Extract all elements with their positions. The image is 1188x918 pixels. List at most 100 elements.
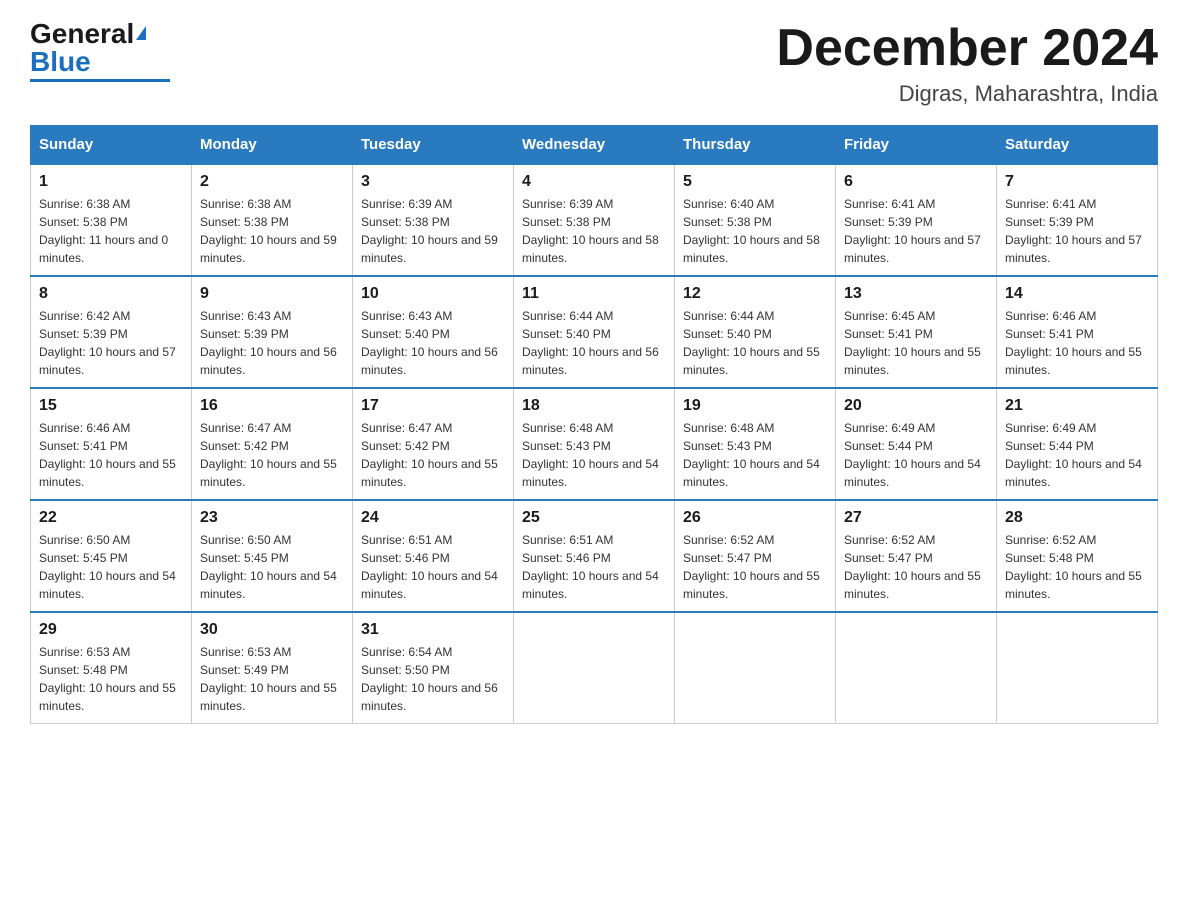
calendar-cell: 24 Sunrise: 6:51 AMSunset: 5:46 PMDayligh… bbox=[353, 500, 514, 612]
week-row-5: 29 Sunrise: 6:53 AMSunset: 5:48 PMDayligh… bbox=[31, 612, 1158, 724]
calendar-cell: 30Sunrise: 6:53 AMSunset: 5:49 PMDayligh… bbox=[192, 612, 353, 724]
day-info: Sunrise: 6:47 AMSunset: 5:42 PMDaylight:… bbox=[361, 419, 505, 491]
calendar-cell: 9Sunrise: 6:43 AMSunset: 5:39 PMDaylight… bbox=[192, 276, 353, 388]
day-info: Sunrise: 6:43 AMSunset: 5:40 PMDaylight:… bbox=[361, 307, 505, 379]
day-number: 28 bbox=[1005, 509, 1149, 527]
day-info: Sunrise: 6:51 AMSunset: 5:46 PMDaylight:… bbox=[522, 531, 666, 603]
week-row-2: 8 Sunrise: 6:42 AMSunset: 5:39 PMDaylight… bbox=[31, 276, 1158, 388]
day-number: 21 bbox=[1005, 397, 1149, 415]
calendar-cell: 10 Sunrise: 6:43 AMSunset: 5:40 PMDayligh… bbox=[353, 276, 514, 388]
day-number: 13 bbox=[844, 285, 988, 303]
calendar-cell: 14 Sunrise: 6:46 AMSunset: 5:41 PMDayligh… bbox=[997, 276, 1158, 388]
day-info: Sunrise: 6:52 AMSunset: 5:47 PMDaylight:… bbox=[683, 531, 827, 603]
day-number: 31 bbox=[361, 621, 505, 639]
header-cell-saturday: Saturday bbox=[997, 126, 1158, 165]
calendar-cell: 3 Sunrise: 6:39 AMSunset: 5:38 PMDaylight… bbox=[353, 164, 514, 276]
day-number: 23 bbox=[200, 509, 344, 527]
day-info: Sunrise: 6:46 AMSunset: 5:41 PMDaylight:… bbox=[1005, 307, 1149, 379]
day-info: Sunrise: 6:50 AMSunset: 5:45 PMDaylight:… bbox=[39, 531, 183, 603]
day-number: 30 bbox=[200, 621, 344, 639]
day-number: 12 bbox=[683, 285, 827, 303]
day-info: Sunrise: 6:43 AMSunset: 5:39 PMDaylight:… bbox=[200, 307, 344, 379]
calendar-cell: 28 Sunrise: 6:52 AMSunset: 5:48 PMDayligh… bbox=[997, 500, 1158, 612]
calendar-cell: 1Sunrise: 6:38 AMSunset: 5:38 PMDaylight… bbox=[31, 164, 192, 276]
day-number: 15 bbox=[39, 397, 183, 415]
calendar-cell: 25Sunrise: 6:51 AMSunset: 5:46 PMDayligh… bbox=[514, 500, 675, 612]
header-row: SundayMondayTuesdayWednesdayThursdayFrid… bbox=[31, 126, 1158, 165]
calendar-cell bbox=[836, 612, 997, 724]
day-number: 18 bbox=[522, 397, 666, 415]
day-info: Sunrise: 6:48 AMSunset: 5:43 PMDaylight:… bbox=[522, 419, 666, 491]
day-info: Sunrise: 6:42 AMSunset: 5:39 PMDaylight:… bbox=[39, 307, 183, 379]
calendar-cell: 16 Sunrise: 6:47 AMSunset: 5:42 PMDayligh… bbox=[192, 388, 353, 500]
day-number: 14 bbox=[1005, 285, 1149, 303]
day-number: 2 bbox=[200, 173, 344, 191]
day-info: Sunrise: 6:47 AMSunset: 5:42 PMDaylight:… bbox=[200, 419, 344, 491]
header-cell-sunday: Sunday bbox=[31, 126, 192, 165]
header-cell-tuesday: Tuesday bbox=[353, 126, 514, 165]
day-number: 8 bbox=[39, 285, 183, 303]
calendar-cell: 12 Sunrise: 6:44 AMSunset: 5:40 PMDayligh… bbox=[675, 276, 836, 388]
calendar-cell: 21Sunrise: 6:49 AMSunset: 5:44 PMDayligh… bbox=[997, 388, 1158, 500]
logo-blue-text: Blue bbox=[30, 46, 91, 77]
day-info: Sunrise: 6:51 AMSunset: 5:46 PMDaylight:… bbox=[361, 531, 505, 603]
calendar-cell: 5Sunrise: 6:40 AMSunset: 5:38 PMDaylight… bbox=[675, 164, 836, 276]
day-number: 4 bbox=[522, 173, 666, 191]
calendar-cell: 6Sunrise: 6:41 AMSunset: 5:39 PMDaylight… bbox=[836, 164, 997, 276]
calendar-cell bbox=[997, 612, 1158, 724]
calendar-cell: 2 Sunrise: 6:38 AMSunset: 5:38 PMDaylight… bbox=[192, 164, 353, 276]
header-cell-friday: Friday bbox=[836, 126, 997, 165]
calendar-cell: 15 Sunrise: 6:46 AMSunset: 5:41 PMDayligh… bbox=[31, 388, 192, 500]
calendar-cell: 31 Sunrise: 6:54 AMSunset: 5:50 PMDayligh… bbox=[353, 612, 514, 724]
day-info: Sunrise: 6:52 AMSunset: 5:48 PMDaylight:… bbox=[1005, 531, 1149, 603]
day-info: Sunrise: 6:38 AMSunset: 5:38 PMDaylight:… bbox=[200, 195, 344, 267]
day-number: 16 bbox=[200, 397, 344, 415]
calendar-cell: 8 Sunrise: 6:42 AMSunset: 5:39 PMDaylight… bbox=[31, 276, 192, 388]
day-number: 17 bbox=[361, 397, 505, 415]
calendar-cell: 26Sunrise: 6:52 AMSunset: 5:47 PMDayligh… bbox=[675, 500, 836, 612]
logo-general-text: General bbox=[30, 18, 134, 49]
calendar-cell: 20 Sunrise: 6:49 AMSunset: 5:44 PMDayligh… bbox=[836, 388, 997, 500]
day-number: 3 bbox=[361, 173, 505, 191]
header-cell-wednesday: Wednesday bbox=[514, 126, 675, 165]
logo: General Blue bbox=[30, 20, 170, 82]
day-number: 19 bbox=[683, 397, 827, 415]
header-cell-thursday: Thursday bbox=[675, 126, 836, 165]
day-number: 10 bbox=[361, 285, 505, 303]
day-info: Sunrise: 6:44 AMSunset: 5:40 PMDaylight:… bbox=[522, 307, 666, 379]
day-number: 7 bbox=[1005, 173, 1149, 191]
day-info: Sunrise: 6:48 AMSunset: 5:43 PMDaylight:… bbox=[683, 419, 827, 491]
day-info: Sunrise: 6:39 AMSunset: 5:38 PMDaylight:… bbox=[361, 195, 505, 267]
week-row-1: 1Sunrise: 6:38 AMSunset: 5:38 PMDaylight… bbox=[31, 164, 1158, 276]
calendar-cell bbox=[675, 612, 836, 724]
calendar-cell: 19 Sunrise: 6:48 AMSunset: 5:43 PMDayligh… bbox=[675, 388, 836, 500]
calendar-cell: 23Sunrise: 6:50 AMSunset: 5:45 PMDayligh… bbox=[192, 500, 353, 612]
logo-underline bbox=[30, 79, 170, 82]
calendar-cell: 18 Sunrise: 6:48 AMSunset: 5:43 PMDayligh… bbox=[514, 388, 675, 500]
calendar-table: SundayMondayTuesdayWednesdayThursdayFrid… bbox=[30, 125, 1158, 724]
day-info: Sunrise: 6:54 AMSunset: 5:50 PMDaylight:… bbox=[361, 643, 505, 715]
calendar-cell: 29 Sunrise: 6:53 AMSunset: 5:48 PMDayligh… bbox=[31, 612, 192, 724]
location-subtitle: Digras, Maharashtra, India bbox=[776, 81, 1158, 107]
calendar-header: SundayMondayTuesdayWednesdayThursdayFrid… bbox=[31, 126, 1158, 165]
day-info: Sunrise: 6:49 AMSunset: 5:44 PMDaylight:… bbox=[844, 419, 988, 491]
calendar-body: 1Sunrise: 6:38 AMSunset: 5:38 PMDaylight… bbox=[31, 164, 1158, 724]
day-info: Sunrise: 6:46 AMSunset: 5:41 PMDaylight:… bbox=[39, 419, 183, 491]
calendar-cell: 22 Sunrise: 6:50 AMSunset: 5:45 PMDayligh… bbox=[31, 500, 192, 612]
day-number: 24 bbox=[361, 509, 505, 527]
day-number: 22 bbox=[39, 509, 183, 527]
day-number: 29 bbox=[39, 621, 183, 639]
calendar-cell: 4Sunrise: 6:39 AMSunset: 5:38 PMDaylight… bbox=[514, 164, 675, 276]
week-row-3: 15 Sunrise: 6:46 AMSunset: 5:41 PMDayligh… bbox=[31, 388, 1158, 500]
day-info: Sunrise: 6:52 AMSunset: 5:47 PMDaylight:… bbox=[844, 531, 988, 603]
day-info: Sunrise: 6:53 AMSunset: 5:48 PMDaylight:… bbox=[39, 643, 183, 715]
day-info: Sunrise: 6:44 AMSunset: 5:40 PMDaylight:… bbox=[683, 307, 827, 379]
week-row-4: 22 Sunrise: 6:50 AMSunset: 5:45 PMDayligh… bbox=[31, 500, 1158, 612]
calendar-cell: 27Sunrise: 6:52 AMSunset: 5:47 PMDayligh… bbox=[836, 500, 997, 612]
header-right: December 2024 Digras, Maharashtra, India bbox=[776, 20, 1158, 107]
day-info: Sunrise: 6:41 AMSunset: 5:39 PMDaylight:… bbox=[1005, 195, 1149, 267]
day-number: 20 bbox=[844, 397, 988, 415]
calendar-cell bbox=[514, 612, 675, 724]
page-header: General Blue December 2024 Digras, Mahar… bbox=[30, 20, 1158, 107]
day-info: Sunrise: 6:45 AMSunset: 5:41 PMDaylight:… bbox=[844, 307, 988, 379]
